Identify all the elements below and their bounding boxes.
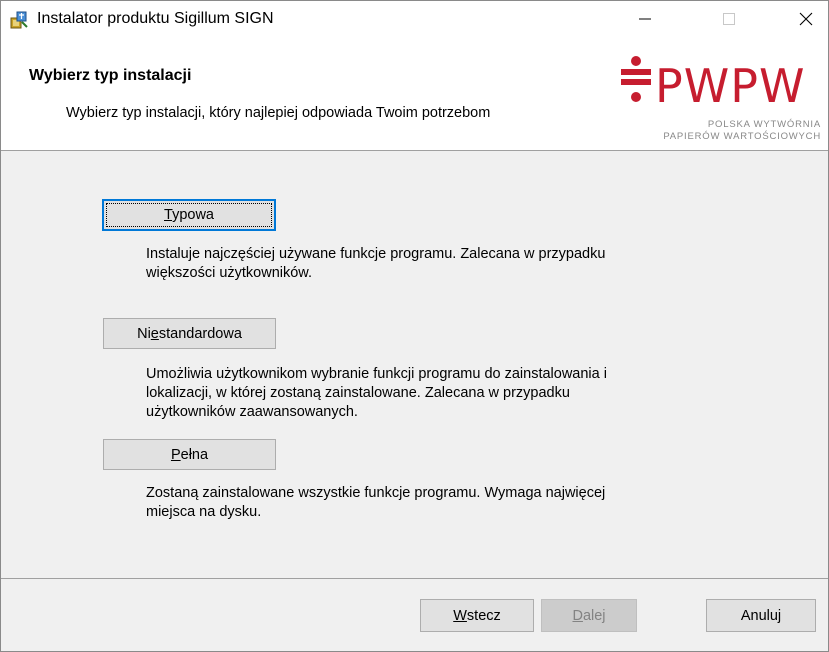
typical-description: Instaluje najczęściej używane funkcje pr… xyxy=(146,246,606,281)
minimize-icon xyxy=(639,18,651,20)
installer-icon xyxy=(9,10,29,30)
dialog-header: Wybierz typ instalacji Wybierz typ insta… xyxy=(1,37,828,151)
minimize-button[interactable] xyxy=(623,1,667,37)
next-button-label: Dalej xyxy=(572,607,606,624)
maximize-button xyxy=(707,1,751,37)
close-button[interactable] xyxy=(784,1,828,37)
pwpw-emblem-icon xyxy=(621,56,651,102)
page-subtitle: Wybierz typ instalacji, który najlepiej … xyxy=(66,105,491,121)
logo-tagline-2: PAPIERÓW WARTOŚCIOWYCH xyxy=(663,131,821,142)
close-icon xyxy=(799,12,813,26)
complete-install-button[interactable]: Pełna xyxy=(103,439,276,470)
custom-install-button[interactable]: Niestandardowa xyxy=(103,318,276,349)
footer-divider xyxy=(1,578,828,579)
page-title: Wybierz typ instalacji xyxy=(29,67,192,84)
window-title: Instalator produktu Sigillum SIGN xyxy=(37,10,274,27)
back-button-label: Wstecz xyxy=(453,607,501,624)
logo-wordmark: PWPW xyxy=(655,59,806,113)
custom-description: Umożliwia użytkownikom wybranie funkcji … xyxy=(146,366,607,420)
complete-description: Zostaną zainstalowane wszystkie funkcje … xyxy=(146,485,606,520)
custom-button-label: Niestandardowa xyxy=(137,325,242,342)
maximize-icon xyxy=(723,13,735,25)
pwpw-logo: PWPW POLSKA WYTWÓRNIA PAPIERÓW WARTOŚCIO… xyxy=(619,55,824,145)
cancel-button-label: Anuluj xyxy=(740,607,782,624)
focus-rectangle xyxy=(106,203,272,227)
cancel-button[interactable]: Anuluj xyxy=(706,599,816,632)
logo-tagline-1: POLSKA WYTWÓRNIA xyxy=(707,119,821,130)
next-button: Dalej xyxy=(541,599,637,632)
title-bar[interactable]: Instalator produktu Sigillum SIGN xyxy=(1,1,828,37)
installer-window: Instalator produktu Sigillum SIGN Wybier… xyxy=(0,0,829,652)
typical-install-button[interactable]: Typowa xyxy=(102,199,276,231)
complete-button-label: Pełna xyxy=(170,446,209,463)
back-button[interactable]: Wstecz xyxy=(420,599,534,632)
